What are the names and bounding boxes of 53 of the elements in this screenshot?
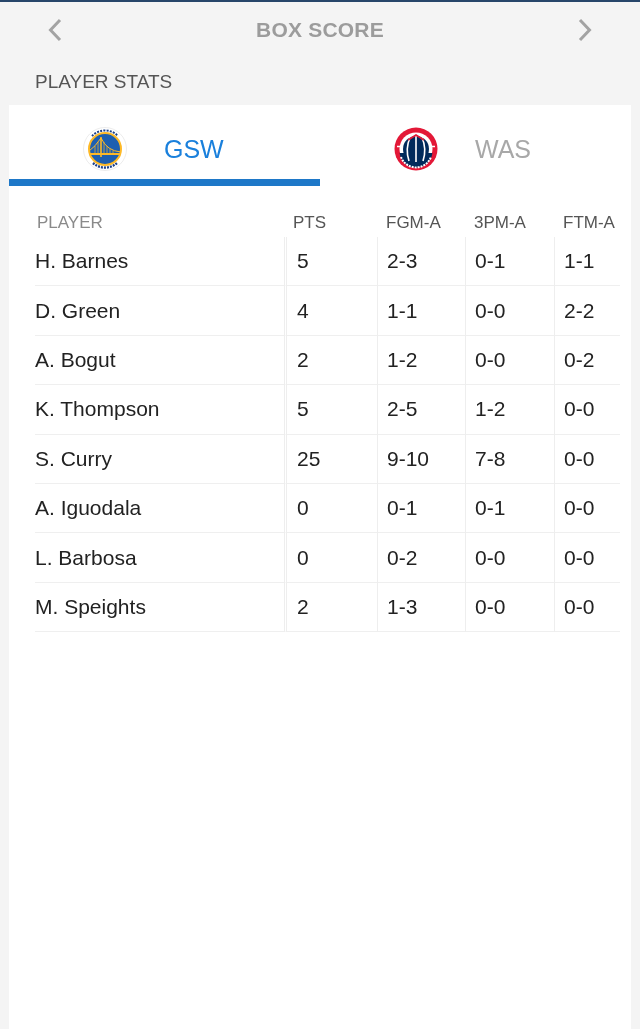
basketball-badge-icon [394, 127, 438, 171]
stat-cell: 0-0 [554, 385, 620, 435]
stat-cell: 2-2 [554, 286, 620, 336]
stat-cell: 2 [284, 335, 377, 386]
stat-cell: 9-10 [377, 434, 465, 484]
player-name-cell: S. Curry [35, 434, 284, 484]
stat-cell: 0-2 [554, 335, 620, 386]
stat-cell: 1-1 [377, 286, 465, 336]
team-tab[interactable]: WAS [320, 105, 631, 186]
stat-cell: 0 [284, 483, 377, 534]
stat-cell: 1-3 [377, 582, 465, 633]
stat-cell: 0-0 [554, 582, 620, 633]
stat-cell: 1-2 [465, 385, 554, 435]
column-header: FTM-A [562, 213, 616, 234]
stat-cell: 0-2 [377, 533, 465, 583]
page-title: BOX SCORE [256, 18, 384, 42]
player-name-cell: L. Barbosa [35, 533, 284, 583]
chevron-right-icon [578, 18, 592, 42]
stat-cell: 0-0 [465, 335, 554, 386]
player-name-cell: A. Iguodala [35, 483, 284, 534]
stat-cell: 0-1 [465, 237, 554, 287]
stat-cell: 0-1 [465, 483, 554, 534]
stat-cell: 2-3 [377, 237, 465, 287]
column-header: PTS [292, 213, 328, 234]
section-title: PLAYER STATS [35, 70, 173, 94]
stat-cell: 0-0 [465, 582, 554, 633]
stat-cell: 0-0 [465, 533, 554, 583]
player-name-cell: M. Speights [35, 582, 284, 633]
stat-cell: 1-1 [554, 237, 620, 287]
bridge-badge-icon [83, 127, 127, 171]
stat-cell: 5 [284, 385, 377, 435]
stat-cell: 25 [284, 434, 377, 484]
stat-cell: 0-0 [465, 286, 554, 336]
chevron-left-icon [48, 18, 62, 42]
stat-cell: 0-1 [377, 483, 465, 534]
stat-cell: 0-0 [554, 533, 620, 583]
column-header: PLAYER [36, 213, 104, 234]
stat-cell: 4 [284, 286, 377, 336]
player-name-cell: K. Thompson [35, 385, 284, 435]
stat-cell: 2-5 [377, 385, 465, 435]
stat-cell: 1-2 [377, 335, 465, 386]
player-name-cell: A. Bogut [35, 335, 284, 386]
column-header: FGM-A [385, 213, 442, 234]
player-name-cell: H. Barnes [35, 237, 284, 287]
stat-cell: 0 [284, 533, 377, 583]
stat-cell: 2 [284, 582, 377, 633]
stat-cell: 0-0 [554, 434, 620, 484]
stat-cell: 5 [284, 237, 377, 287]
stat-cell: 7-8 [465, 434, 554, 484]
stat-cell: 0-0 [554, 483, 620, 534]
column-header: 3PM-A [473, 213, 527, 234]
player-name-cell: D. Green [35, 286, 284, 336]
team-tab[interactable]: GSW [9, 105, 320, 186]
